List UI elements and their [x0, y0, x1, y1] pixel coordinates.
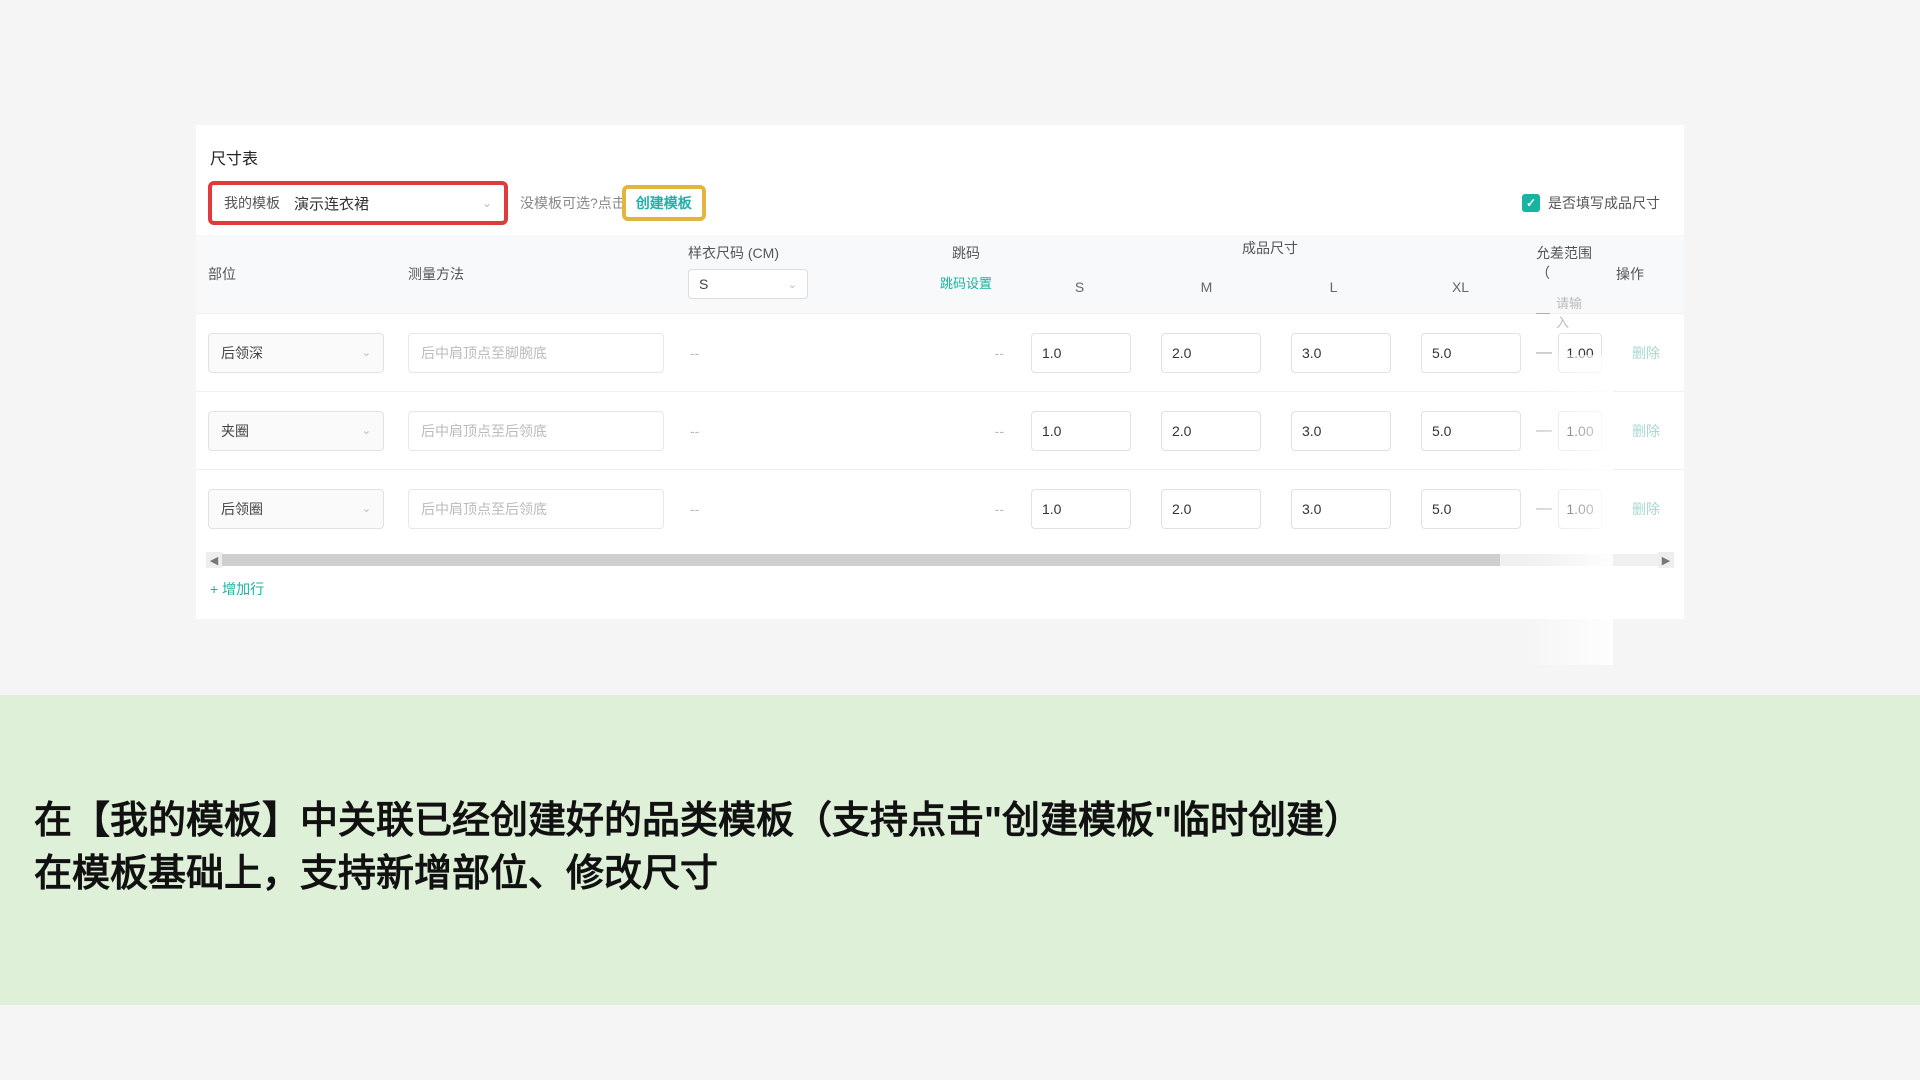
checkbox-label: 是否填写成品尺寸 [1548, 193, 1660, 213]
method-input[interactable]: 后中肩顶点至后领底 [408, 489, 664, 529]
jump-value: -- [916, 501, 1016, 517]
size-xl-input[interactable] [1421, 489, 1521, 529]
delete-button[interactable]: 删除 [1616, 343, 1676, 363]
jump-setting-link[interactable]: 跳码设置 [940, 273, 992, 292]
tolerance-input[interactable] [1558, 411, 1602, 451]
toolbar: 我的模板 演示连衣裙 ⌄ 没模板可选?点击 创建模板 是否填写成品尺寸 [196, 181, 1684, 225]
header-action: 操作 [1604, 235, 1684, 313]
sample-value: -- [676, 423, 916, 439]
scroll-track[interactable] [222, 554, 1658, 566]
chevron-down-icon: ⌄ [482, 196, 492, 210]
jump-value: -- [916, 423, 1016, 439]
sample-value: -- [676, 501, 916, 517]
size-table: 部位 测量方法 样衣尺码 (CM) S ⌄ 跳码 跳码设置 成品尺寸 S M L [196, 235, 1684, 569]
part-select[interactable]: 后领深⌄ [208, 333, 384, 373]
header-tolerance: 允差范围（ — 请输入 [1524, 235, 1604, 313]
chevron-down-icon: ⌄ [788, 278, 797, 291]
tolerance-input[interactable] [1558, 333, 1602, 373]
method-input[interactable]: 后中肩顶点至脚腕底 [408, 333, 664, 373]
add-row-button[interactable]: 增加行 [196, 569, 1684, 609]
size-xl-input[interactable] [1421, 333, 1521, 373]
header-finished-sizes: 成品尺寸 S M L XL [1016, 235, 1524, 313]
caption-line-2: 在模板基础上，支持新增部位、修改尺寸 [34, 848, 1886, 901]
size-s-input[interactable] [1031, 411, 1131, 451]
size-m-input[interactable] [1161, 489, 1261, 529]
size-m-input[interactable] [1161, 411, 1261, 451]
sample-value: -- [676, 345, 916, 361]
my-template-value: 演示连衣裙 [294, 193, 482, 214]
table-row: 夹圈⌄ 后中肩顶点至后领底 -- -- — 删除 [196, 391, 1684, 469]
method-input[interactable]: 后中肩顶点至后领底 [408, 411, 664, 451]
chevron-down-icon: ⌄ [362, 346, 371, 359]
size-s-input[interactable] [1031, 489, 1131, 529]
my-template-dropdown[interactable]: 我的模板 演示连衣裙 ⌄ [208, 181, 508, 225]
size-xl-input[interactable] [1421, 411, 1521, 451]
hint-prefix: 没模板可选?点击 [520, 193, 626, 213]
scroll-left-icon[interactable]: ◀ [206, 552, 222, 568]
create-template-button[interactable]: 创建模板 [622, 185, 706, 221]
chevron-down-icon: ⌄ [362, 424, 371, 437]
sample-size-dropdown[interactable]: S ⌄ [688, 269, 808, 299]
size-l-input[interactable] [1291, 489, 1391, 529]
part-select[interactable]: 后领圈⌄ [208, 489, 384, 529]
header-size-l: L [1270, 261, 1397, 313]
jump-value: -- [916, 345, 1016, 361]
part-select[interactable]: 夹圈⌄ [208, 411, 384, 451]
header-part: 部位 [196, 235, 396, 313]
header-size-xl: XL [1397, 261, 1524, 313]
caption-overlay: 在【我的模板】中关联已经创建好的品类模板（支持点击"创建模板"临时创建） 在模板… [0, 695, 1920, 1005]
header-jump: 跳码 跳码设置 [916, 235, 1016, 313]
horizontal-scrollbar[interactable]: ◀ ▶ [206, 551, 1674, 569]
delete-button[interactable]: 删除 [1616, 499, 1676, 519]
size-s-input[interactable] [1031, 333, 1131, 373]
tolerance-input[interactable] [1558, 489, 1602, 529]
size-m-input[interactable] [1161, 333, 1261, 373]
size-table-panel: 尺寸表 我的模板 演示连衣裙 ⌄ 没模板可选?点击 创建模板 是否填写成品尺寸 … [196, 125, 1684, 619]
size-l-input[interactable] [1291, 333, 1391, 373]
fill-finished-size-checkbox[interactable]: 是否填写成品尺寸 [1522, 193, 1660, 213]
table-header: 部位 测量方法 样衣尺码 (CM) S ⌄ 跳码 跳码设置 成品尺寸 S M L [196, 235, 1684, 313]
size-l-input[interactable] [1291, 411, 1391, 451]
chevron-down-icon: ⌄ [362, 502, 371, 515]
caption-line-1: 在【我的模板】中关联已经创建好的品类模板（支持点击"创建模板"临时创建） [34, 795, 1886, 848]
delete-button[interactable]: 删除 [1616, 421, 1676, 441]
hint-text: 没模板可选?点击 创建模板 [520, 185, 706, 221]
scroll-right-icon[interactable]: ▶ [1658, 552, 1674, 568]
header-size-s: S [1016, 261, 1143, 313]
header-method: 测量方法 [396, 235, 676, 313]
table-row: 后领圈⌄ 后中肩顶点至后领底 -- -- — 删除 [196, 469, 1684, 547]
header-sample: 样衣尺码 (CM) S ⌄ [676, 235, 916, 313]
my-template-label: 我的模板 [224, 193, 280, 213]
table-body: 后领深⌄ 后中肩顶点至脚腕底 -- -- — 删除 夹圈⌄ 后中肩顶点至后领底 … [196, 313, 1684, 547]
table-row: 后领深⌄ 后中肩顶点至脚腕底 -- -- — 删除 [196, 313, 1684, 391]
scroll-thumb[interactable] [222, 554, 1500, 566]
header-size-m: M [1143, 261, 1270, 313]
check-icon [1522, 194, 1540, 212]
section-title: 尺寸表 [196, 145, 1684, 169]
